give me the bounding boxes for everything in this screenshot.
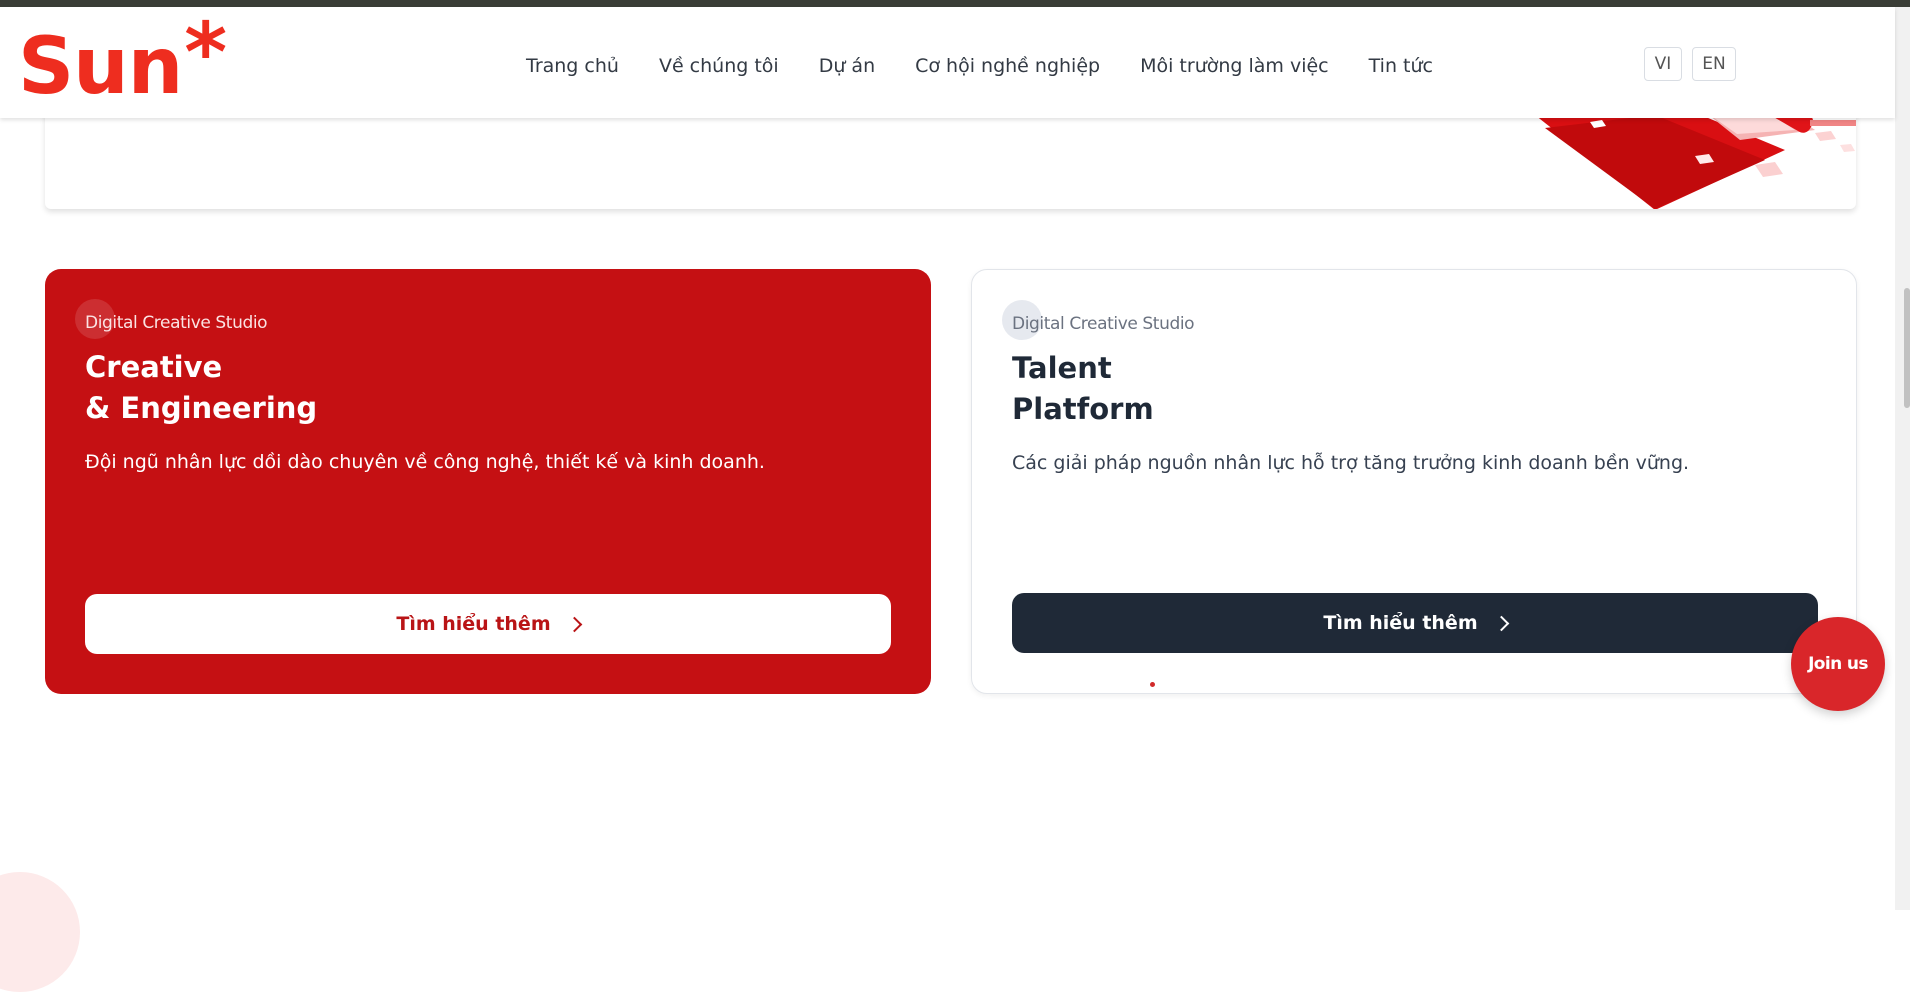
nav-item-about[interactable]: Về chúng tôi (659, 55, 779, 77)
card-eyebrow: Digital Creative Studio (85, 313, 268, 333)
nav-item-work-environment[interactable]: Môi trường làm việc (1140, 55, 1329, 77)
card-description: Đội ngũ nhân lực dồi dào chuyên về công … (85, 451, 765, 473)
nav-item-projects[interactable]: Dự án (819, 55, 875, 77)
decorative-dot (1150, 682, 1155, 687)
chevron-right-icon (566, 616, 582, 632)
card-eyebrow: Digital Creative Studio (1012, 314, 1195, 334)
learn-more-button[interactable]: Tìm hiểu thêm (1012, 593, 1818, 653)
site-header: Sun* Trang chủ Về chúng tôi Dự án Cơ hội… (0, 7, 1895, 118)
language-en-button[interactable]: EN (1692, 47, 1736, 81)
chevron-right-icon (1493, 615, 1509, 631)
service-card-talent-platform: Digital Creative Studio Talent Platform … (971, 269, 1857, 694)
card-title: Talent Platform (1012, 351, 1154, 426)
service-card-creative-engineering: Digital Creative Studio Creative & Engin… (45, 269, 931, 694)
card-description: Các giải pháp nguồn nhân lực hỗ trợ tăng… (1012, 452, 1690, 474)
join-us-button[interactable]: Join us (1791, 617, 1885, 711)
card-title: Creative & Engineering (85, 350, 318, 425)
language-vi-button[interactable]: VI (1644, 47, 1682, 81)
decorative-corner-circle (0, 872, 80, 992)
main-nav: Trang chủ Về chúng tôi Dự án Cơ hội nghề… (526, 55, 1473, 77)
nav-item-careers[interactable]: Cơ hội nghề nghiệp (915, 55, 1100, 77)
sun-logo[interactable]: Sun* (18, 13, 227, 107)
nav-item-home[interactable]: Trang chủ (526, 55, 619, 77)
logo-asterisk-icon: * (184, 6, 227, 101)
learn-more-button[interactable]: Tìm hiểu thêm (85, 594, 891, 654)
nav-item-news[interactable]: Tin tức (1369, 55, 1433, 77)
scrollbar-thumb[interactable] (1904, 288, 1910, 408)
browser-top-strip (0, 0, 1910, 7)
page-scrollbar[interactable] (1895, 7, 1910, 910)
